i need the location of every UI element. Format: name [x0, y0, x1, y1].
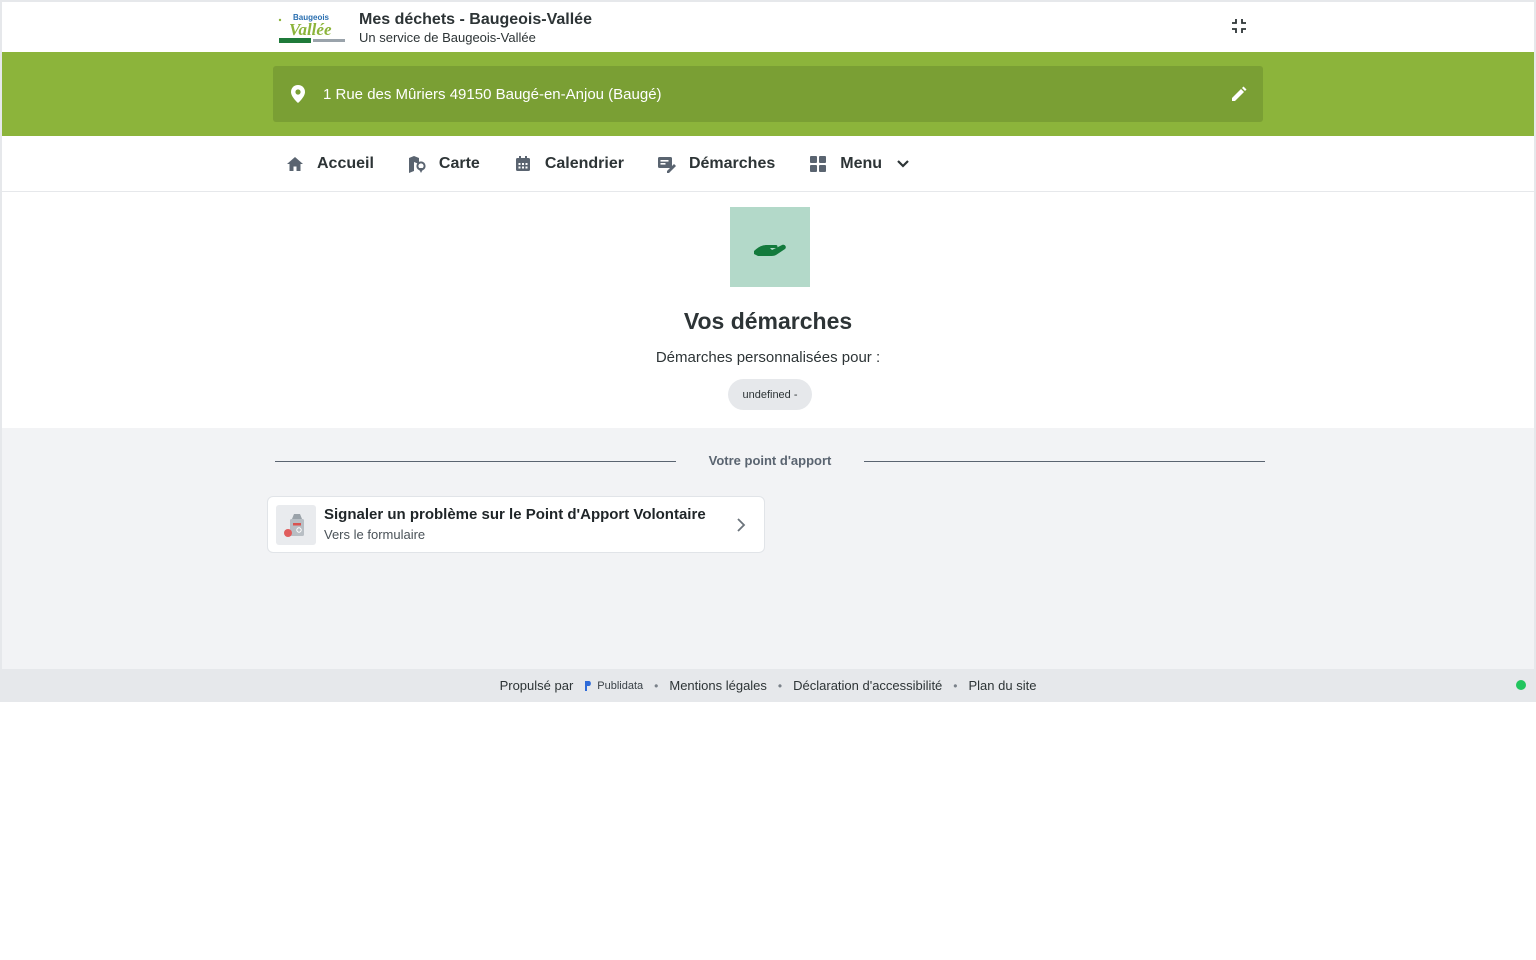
card-title: Signaler un problème sur le Point d'Appo…	[324, 506, 706, 523]
header: Baugeois Vallée Mes déchets - Baugeois-V…	[2, 2, 1534, 52]
nav-label: Accueil	[317, 155, 374, 172]
fullscreen-exit-icon[interactable]	[1228, 15, 1250, 37]
nav-item-calendrier[interactable]: Calendrier	[513, 144, 624, 184]
nav-item-menu[interactable]: Menu	[808, 144, 910, 184]
publidata-link[interactable]: Publidata	[583, 680, 643, 692]
section-label: Votre point d'apport	[708, 453, 832, 468]
hero-section: Vos démarches Démarches personnalisées p…	[2, 192, 1534, 428]
address-band: 1 Rue des Mûriers 49150 Baugé-en-Anjou (…	[2, 52, 1534, 136]
nav-item-demarches[interactable]: Démarches	[657, 144, 775, 184]
card-subtitle: Vers le formulaire	[324, 527, 426, 542]
recycling-container-icon	[276, 505, 316, 545]
home-icon	[285, 154, 305, 174]
app-subtitle: Un service de Baugeois-Vallée	[359, 30, 536, 45]
address-text: 1 Rue des Mûriers 49150 Baugé-en-Anjou (…	[323, 85, 662, 103]
map-icon	[407, 154, 427, 174]
nav-item-carte[interactable]: Carte	[407, 144, 480, 184]
page-title: Vos démarches	[683, 308, 853, 334]
chevron-right-icon	[734, 517, 748, 533]
chevron-down-icon	[896, 157, 910, 171]
context-chip: undefined -	[728, 379, 812, 410]
nav-item-accueil[interactable]: Accueil	[285, 144, 374, 184]
address-selector[interactable]: 1 Rue des Mûriers 49150 Baugé-en-Anjou (…	[273, 66, 1263, 122]
main-nav: Accueil Carte Calendrier Démarches Menu	[2, 136, 1534, 192]
nav-label: Carte	[438, 155, 480, 172]
footer-link-accessibility[interactable]: Déclaration d'accessibilité	[793, 678, 942, 693]
nav-label: Calendrier	[544, 155, 624, 172]
app-title: Mes déchets - Baugeois-Vallée	[359, 11, 592, 28]
divider-right	[864, 461, 1265, 462]
publidata-label: Publidata	[597, 679, 644, 692]
footer-separator: •	[777, 678, 783, 693]
divider-left	[275, 461, 676, 462]
report-problem-card[interactable]: Signaler un problème sur le Point d'Appo…	[267, 496, 765, 553]
svg-text:Vallée: Vallée	[289, 20, 332, 39]
brand-logo[interactable]: Baugeois Vallée	[277, 11, 347, 45]
edit-pencil-icon[interactable]	[1229, 84, 1249, 104]
powered-by-text: Propulsé par	[499, 678, 574, 693]
status-dot	[1516, 680, 1526, 690]
footer-separator: •	[654, 678, 659, 693]
app-window: Baugeois Vallée Mes déchets - Baugeois-V…	[0, 0, 1536, 702]
footer: Propulsé par Publidata • Mentions légale…	[2, 669, 1534, 702]
grid-icon	[808, 154, 828, 174]
publidata-logo-icon	[585, 680, 592, 691]
hand-icon	[730, 207, 810, 287]
nav-label: Menu	[840, 155, 883, 172]
content-section: Votre point d'apport Signaler un problèm…	[2, 428, 1534, 669]
nav-label: Démarches	[688, 155, 776, 172]
calendar-icon	[513, 154, 533, 174]
footer-link-mentions[interactable]: Mentions légales	[669, 678, 767, 693]
footer-separator: •	[953, 678, 958, 693]
form-edit-icon	[657, 154, 677, 174]
location-pin-icon	[289, 85, 307, 103]
app-titles: Mes déchets - Baugeois-Vallée Un service…	[359, 10, 592, 45]
page-subtitle: Démarches personnalisées pour :	[655, 349, 881, 366]
footer-link-sitemap[interactable]: Plan du site	[969, 678, 1037, 693]
